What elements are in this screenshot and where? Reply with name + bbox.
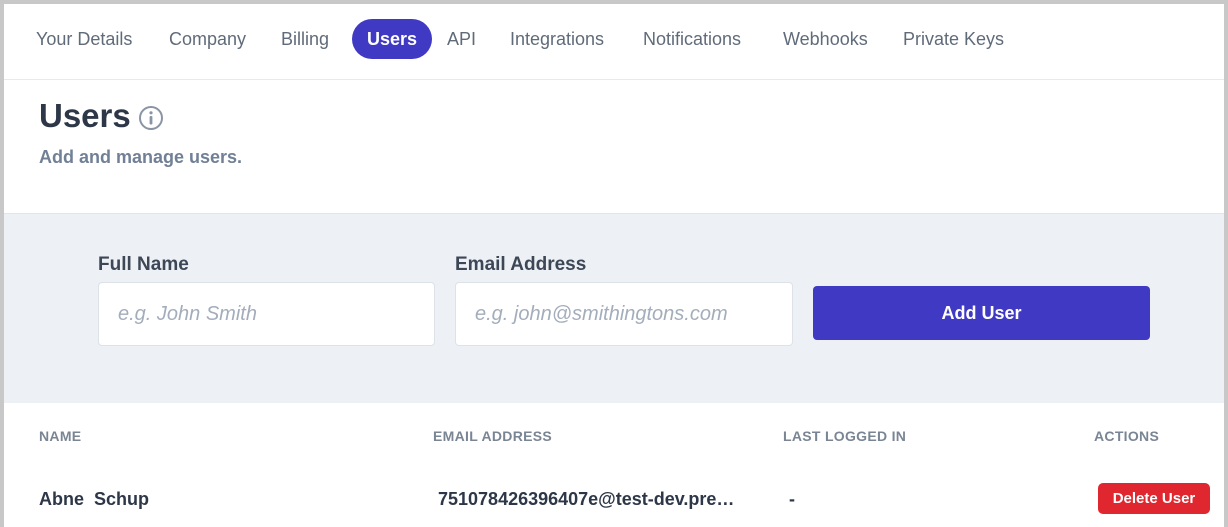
add-user-button[interactable]: Add User (813, 286, 1150, 340)
user-last-logged-in: - (789, 489, 795, 509)
tab-your-details[interactable]: Your Details (36, 19, 132, 59)
info-icon[interactable] (138, 105, 164, 131)
tab-notifications[interactable]: Notifications (643, 19, 741, 59)
tab-integrations[interactable]: Integrations (510, 19, 604, 59)
tab-users[interactable]: Users (352, 19, 433, 59)
full-name-input[interactable] (98, 282, 435, 346)
tab-private-keys[interactable]: Private Keys (903, 19, 1004, 59)
email-label: Email Address (455, 254, 587, 275)
user-name: Abne Schup (39, 489, 150, 509)
add-user-form: Full Name Email Address Add User (4, 213, 1224, 403)
tab-api[interactable]: API (447, 19, 476, 59)
settings-tabbar: Your Details Company Billing Users API I… (4, 4, 1224, 80)
column-header-name: NAME (39, 428, 82, 444)
email-input[interactable] (455, 282, 793, 346)
app-window: Your Details Company Billing Users API I… (0, 0, 1228, 527)
page-subtitle: Add and manage users. (39, 147, 243, 167)
user-email: 751078426396407e@test-dev.prefab.example… (438, 489, 740, 509)
page-title: Users (39, 97, 131, 134)
delete-user-button[interactable]: Delete User (1098, 483, 1210, 514)
tab-company[interactable]: Company (169, 19, 246, 59)
full-name-label: Full Name (98, 254, 189, 275)
column-header-last-logged-in: LAST LOGGED IN (783, 428, 907, 444)
column-header-email: EMAIL ADDRESS (433, 428, 553, 444)
tab-webhooks[interactable]: Webhooks (783, 19, 868, 59)
tab-billing[interactable]: Billing (281, 19, 329, 59)
column-header-actions: ACTIONS (1094, 428, 1160, 444)
